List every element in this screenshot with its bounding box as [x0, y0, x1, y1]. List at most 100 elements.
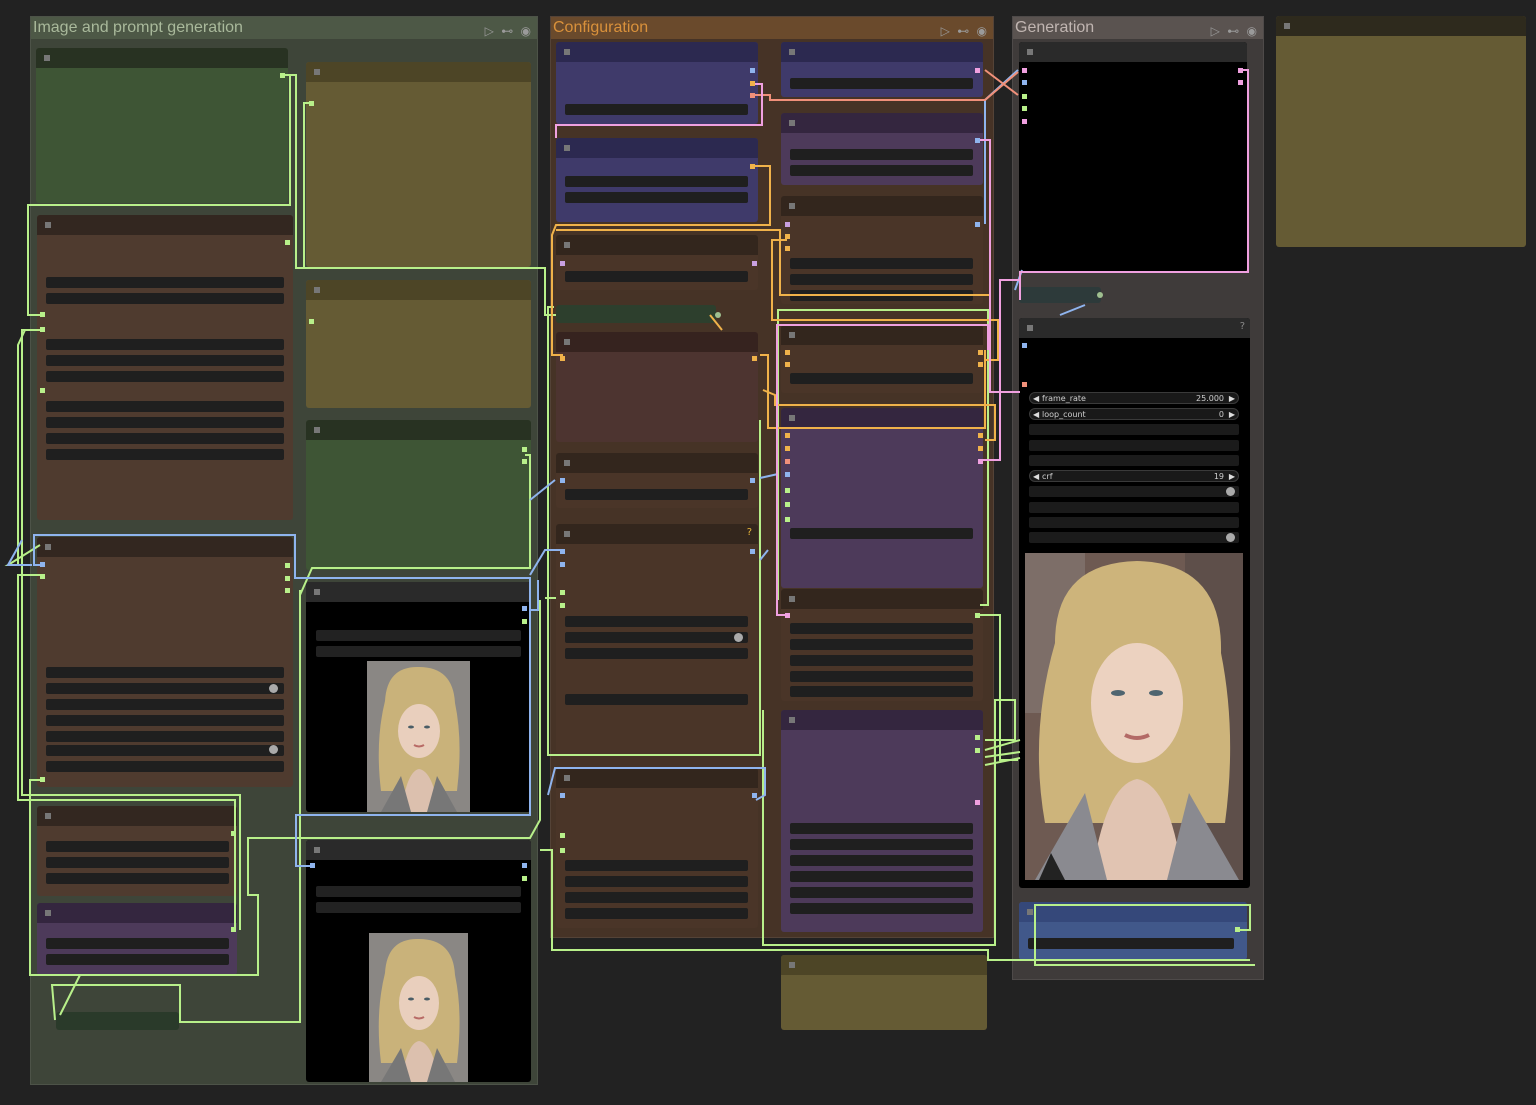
node-purple-r2[interactable] — [781, 113, 983, 185]
widget-field[interactable] — [565, 489, 748, 500]
widget-field[interactable] — [790, 903, 973, 914]
widget-toggle[interactable] — [1029, 517, 1239, 528]
help-icon[interactable]: ? — [747, 527, 752, 538]
widget-field[interactable] — [46, 857, 229, 868]
increment-arrow-icon[interactable]: ▶ — [1229, 409, 1235, 421]
node-blue-save[interactable] — [1019, 902, 1247, 960]
node-header[interactable] — [1019, 42, 1247, 62]
widget-field[interactable] — [790, 855, 973, 866]
node-header[interactable] — [556, 42, 758, 62]
widget-field[interactable] — [790, 623, 973, 634]
widget-field[interactable] — [565, 176, 748, 187]
decrement-arrow-icon[interactable]: ◀ — [1033, 393, 1039, 405]
widget-field[interactable] — [790, 839, 973, 850]
widget-field[interactable] — [790, 887, 973, 898]
widget-field[interactable] — [46, 339, 284, 350]
node-brown-loader-1[interactable] — [37, 215, 293, 520]
widget-field[interactable] — [565, 271, 748, 282]
widget-field[interactable] — [790, 655, 973, 666]
widget-field[interactable] — [565, 860, 748, 871]
widget-field[interactable] — [46, 355, 284, 366]
widget-field[interactable] — [46, 683, 284, 694]
node-purple-small[interactable] — [37, 903, 237, 975]
node-blue-2[interactable] — [556, 138, 758, 222]
widget-field[interactable] — [46, 277, 284, 288]
widget-field[interactable] — [316, 902, 521, 913]
node-collapsed-green[interactable] — [556, 305, 716, 323]
node-header[interactable] — [1019, 902, 1247, 922]
node-collapsed-reroute[interactable] — [56, 1012, 179, 1030]
widget-field[interactable] — [46, 449, 284, 460]
node-collapsed-gen[interactable] — [1019, 287, 1101, 303]
node-header[interactable] — [1019, 318, 1250, 338]
widget-toggle[interactable] — [1029, 502, 1239, 513]
toggle-knob[interactable] — [1226, 533, 1235, 542]
node-note-yellow-bottom[interactable] — [781, 955, 987, 1030]
widget-field[interactable] — [790, 671, 973, 682]
widget-frame-rate[interactable]: ◀ frame_rate 25.000 ▶ — [1029, 392, 1239, 404]
node-preview-black[interactable] — [1019, 42, 1247, 272]
node-header[interactable] — [1276, 16, 1526, 36]
widget-field[interactable] — [790, 639, 973, 650]
node-header[interactable] — [781, 113, 983, 133]
toggle-knob[interactable] — [734, 633, 743, 642]
node-header[interactable] — [37, 806, 237, 826]
widget-field[interactable] — [1029, 455, 1239, 466]
widget-field[interactable] — [790, 290, 973, 301]
widget-field[interactable] — [1028, 938, 1234, 949]
node-header[interactable] — [306, 62, 531, 82]
node-header[interactable] — [781, 955, 987, 975]
widget-field[interactable] — [790, 373, 973, 384]
widget-field[interactable] — [790, 871, 973, 882]
widget-field[interactable] — [565, 694, 748, 705]
group-controls-icons[interactable]: ▷ ⊷ ◉ — [941, 20, 989, 42]
decrement-arrow-icon[interactable]: ◀ — [1033, 409, 1039, 421]
widget-field[interactable] — [1029, 440, 1239, 451]
group-title-bar[interactable]: Image and prompt generation ▷ ⊷ ◉ — [31, 17, 537, 39]
toggle-knob[interactable] — [1226, 487, 1235, 496]
node-brown-r4[interactable] — [781, 325, 983, 393]
widget-field[interactable] — [790, 528, 973, 539]
widget-field[interactable] — [790, 165, 973, 176]
widget-field[interactable] — [790, 686, 973, 697]
node-green-text[interactable] — [36, 48, 288, 203]
widget-field[interactable] — [790, 274, 973, 285]
widget-field[interactable] — [790, 258, 973, 269]
widget-field[interactable] — [46, 433, 284, 444]
toggle-knob[interactable] — [269, 684, 278, 693]
widget-field[interactable] — [46, 699, 284, 710]
widget-field[interactable] — [46, 761, 284, 772]
widget-field[interactable] — [790, 823, 973, 834]
widget-field[interactable] — [316, 886, 521, 897]
node-brown-small[interactable] — [37, 806, 237, 896]
widget-field[interactable] — [46, 745, 284, 756]
node-header[interactable] — [556, 332, 758, 352]
widget-field[interactable] — [46, 841, 229, 852]
widget-field[interactable] — [46, 715, 284, 726]
widget-field[interactable] — [46, 667, 284, 678]
widget-field[interactable] — [46, 938, 229, 949]
node-header[interactable] — [306, 840, 531, 860]
node-green-prompt[interactable] — [306, 420, 531, 570]
node-header[interactable] — [306, 280, 531, 300]
node-brown-loader-2[interactable] — [37, 537, 293, 787]
node-header[interactable] — [556, 768, 758, 788]
node-header[interactable] — [781, 196, 983, 216]
widget-field[interactable] — [565, 632, 748, 643]
node-brown-r3[interactable] — [781, 196, 983, 304]
node-note-yellow-2[interactable] — [306, 280, 531, 408]
node-header[interactable] — [306, 420, 531, 440]
widget-field[interactable] — [316, 646, 521, 657]
help-icon[interactable]: ? — [1240, 321, 1245, 332]
node-header[interactable] — [556, 235, 758, 255]
node-note-yellow-right[interactable] — [1276, 16, 1526, 247]
node-purple-r7[interactable] — [781, 710, 983, 932]
node-brown-c2[interactable] — [556, 332, 758, 442]
increment-arrow-icon[interactable]: ▶ — [1229, 393, 1235, 405]
widget-field[interactable] — [565, 648, 748, 659]
node-brown-c3[interactable] — [556, 453, 758, 508]
widget-field[interactable] — [46, 371, 284, 382]
node-header[interactable] — [781, 408, 983, 428]
widget-field[interactable] — [565, 876, 748, 887]
group-title-bar[interactable]: Generation ▷ ⊷ ◉ — [1013, 17, 1263, 39]
